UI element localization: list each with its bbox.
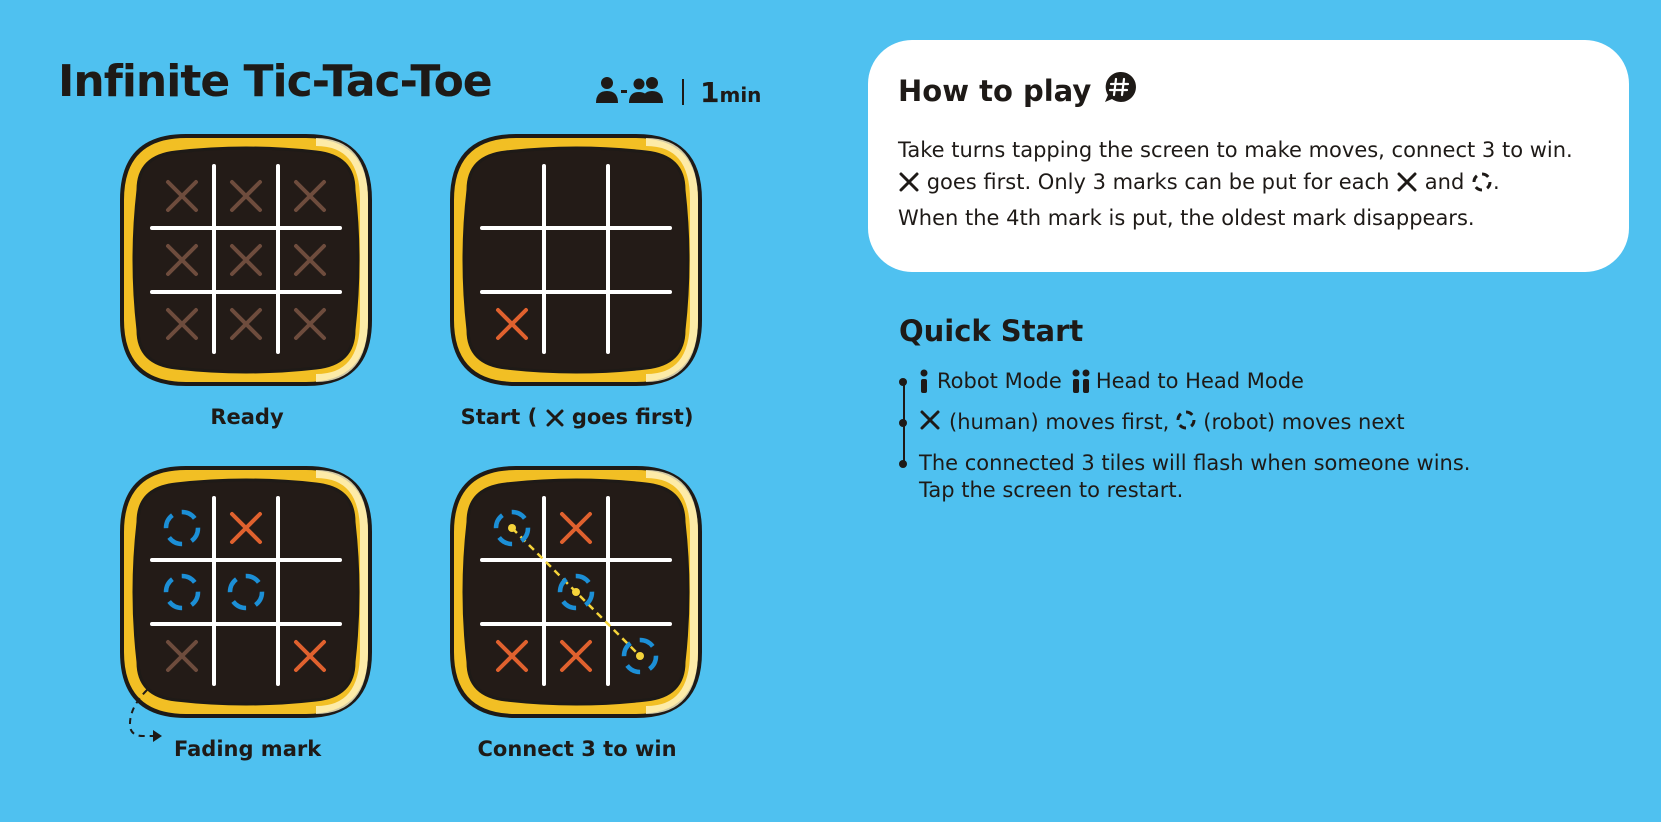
board-connect [446,462,706,722]
duration: 1min [700,75,762,109]
game-meta: 1min [596,72,761,112]
x-icon [1396,170,1418,202]
board-fading [116,462,376,722]
how-to-play-heading: How to play [898,70,1137,111]
empty-cell[interactable] [282,500,338,556]
meta-divider [682,79,684,105]
hash-speech-bubble-icon [1103,70,1137,111]
o-icon [1175,409,1197,438]
empty-cell[interactable] [484,168,540,224]
caption-connect: Connect 3 to win [477,737,677,761]
empty-cell[interactable] [484,232,540,288]
single-player-icon [919,368,929,401]
board-start [446,130,706,390]
empty-cell[interactable] [612,296,668,352]
empty-cell[interactable] [612,232,668,288]
list-item: The connected 3 tiles will flash when so… [899,450,1470,504]
how-to-play-text: Take turns tapping the screen to make mo… [898,138,1573,230]
board-ready [116,130,376,390]
page-title: Infinite Tic-Tac-Toe [58,56,493,107]
x-icon [898,170,920,202]
list-item: (human) moves first, (robot) moves next [899,409,1405,438]
caption-start: Start ( goes first) [427,405,727,433]
caption-fading: Fading mark [174,737,322,761]
quick-start-heading: Quick Start [899,314,1084,348]
one-to-two-players-icon [596,75,666,109]
how-to-play-card: How to play Take turns tapping the scree… [868,40,1629,272]
empty-cell[interactable] [282,564,338,620]
empty-cell[interactable] [484,564,540,620]
empty-cell[interactable] [548,168,604,224]
x-icon [919,409,941,438]
empty-cell[interactable] [612,168,668,224]
x-icon [545,408,565,433]
empty-cell[interactable] [612,500,668,556]
empty-cell[interactable] [548,232,604,288]
empty-cell[interactable] [548,296,604,352]
list-item: Robot Mode Head to Head Mode [899,368,1304,401]
empty-cell[interactable] [218,628,274,684]
two-players-icon [1072,368,1090,401]
empty-cell[interactable] [612,564,668,620]
fading-mark-arrow [125,688,175,752]
caption-ready: Ready [210,405,284,429]
o-icon [1471,170,1493,202]
